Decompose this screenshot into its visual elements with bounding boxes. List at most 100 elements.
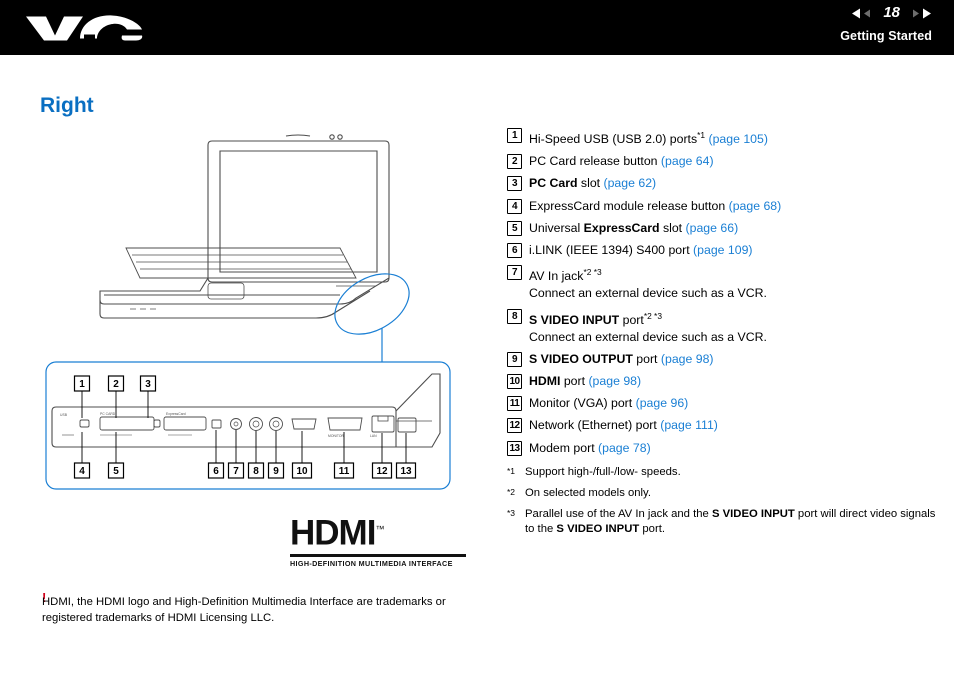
item-description: Connect an external device such as a VCR…: [529, 286, 767, 301]
svg-text:9: 9: [273, 466, 279, 477]
footnote-bold-part: S VIDEO INPUT: [556, 522, 640, 535]
svg-text:5: 5: [113, 466, 119, 477]
header-section-label: Getting Started: [840, 29, 932, 43]
list-item: 8 S VIDEO INPUT port*2 *3 Connect an ext…: [507, 308, 939, 345]
svg-text:MONITOR: MONITOR: [328, 434, 344, 438]
item-label: Hi-Speed USB (USB 2.0) ports: [529, 132, 698, 147]
list-item: 9 S VIDEO OUTPUT port (page 98): [507, 351, 939, 367]
page-reference-link[interactable]: (page 68): [729, 199, 782, 213]
item-label: port: [619, 312, 644, 327]
item-text: S VIDEO OUTPUT port (page 98): [529, 351, 714, 367]
footnote: *2 On selected models only.: [507, 486, 939, 501]
svg-text:2: 2: [113, 379, 119, 390]
item-label: PC Card release button: [529, 154, 661, 169]
hdmi-rule: [290, 553, 466, 557]
page-number: 18: [883, 4, 900, 21]
list-item: 6 i.LINK (IEEE 1394) S400 port (page 109…: [507, 242, 939, 259]
item-text: S VIDEO INPUT port*2 *3: [529, 308, 767, 328]
list-item: 7 AV In jack*2 *3 Connect an external de…: [507, 264, 939, 301]
item-number: 1: [507, 128, 522, 143]
port-list: 1 Hi-Speed USB (USB 2.0) ports*1 (page 1…: [507, 127, 939, 543]
item-text: Universal ExpressCard slot (page 66): [529, 220, 738, 236]
footnote-text: On selected models only.: [525, 486, 652, 499]
item-number: 11: [507, 396, 522, 412]
laptop-diagram: USB PC CARD ExpressCard MONITOR LAN 1 2 …: [45, 134, 451, 490]
item-text: i.LINK (IEEE 1394) S400 port (page 109): [529, 242, 753, 258]
page-reference-link[interactable]: (page 109): [693, 243, 752, 257]
item-text: Network (Ethernet) port (page 111): [529, 417, 718, 433]
right-side-illustration: USB PC CARD ExpressCard MONITOR LAN 1 2 …: [40, 128, 510, 568]
page-reference-link[interactable]: (page 78): [598, 441, 651, 455]
item-text: PC Card release button (page 64): [529, 153, 714, 169]
svg-text:3: 3: [145, 379, 151, 390]
svg-text:4: 4: [79, 466, 85, 477]
svg-text:10: 10: [296, 466, 308, 477]
footnote-bold-part: S VIDEO INPUT: [711, 507, 795, 520]
item-bold-mid: ExpressCard: [583, 220, 660, 235]
callout-bottom-group: 4 5 6 7 8 9 10 11 12 13: [73, 462, 417, 479]
page-navigation[interactable]: 18: [851, 4, 932, 21]
next-arrow-icon[interactable]: [906, 7, 932, 20]
item-label: Universal: [529, 220, 584, 235]
item-text: ExpressCard module release button (page …: [529, 198, 781, 214]
item-bold-lead: S VIDEO INPUT: [529, 312, 620, 327]
item-text: HDMI port (page 98): [529, 373, 641, 389]
item-bold-lead: PC Card: [529, 176, 578, 191]
svg-text:1: 1: [79, 379, 85, 390]
footnote: *1 Support high-/full-/low- speeds.: [507, 465, 939, 480]
page-reference-link[interactable]: (page 105): [708, 132, 767, 146]
item-number: 10: [507, 373, 522, 389]
item-number: 12: [507, 418, 522, 434]
callout-top-group: 1 2 3: [73, 375, 157, 392]
item-label-suffix: slot: [659, 220, 686, 235]
svg-text:USB: USB: [60, 413, 68, 417]
item-text: Monitor (VGA) port (page 96): [529, 395, 688, 411]
item-label: port: [632, 351, 661, 366]
page-reference-link[interactable]: (page 96): [636, 396, 689, 410]
vaio-logo: [26, 15, 143, 41]
item-number: 3: [507, 176, 522, 192]
page-reference-link[interactable]: (page 111): [660, 418, 718, 432]
item-label: port: [560, 373, 589, 388]
list-item: 10 HDMI port (page 98): [507, 373, 939, 389]
item-number: 13: [507, 440, 522, 456]
item-text-block: AV In jack*2 *3 Connect an external devi…: [529, 264, 767, 301]
item-label: Network (Ethernet) port: [529, 418, 661, 433]
item-text-block: S VIDEO INPUT port*2 *3 Connect an exter…: [529, 308, 767, 345]
item-text: AV In jack*2 *3: [529, 264, 767, 284]
page-reference-link[interactable]: (page 66): [686, 221, 739, 235]
item-bold-lead: HDMI: [529, 373, 561, 388]
hdmi-subtitle: HIGH-DEFINITION MULTIMEDIA INTERFACE: [290, 558, 453, 568]
item-number: 2: [507, 154, 522, 170]
item-number: 4: [507, 198, 522, 214]
trademark-note: HDMI, the HDMI logo and High-Definition …: [42, 596, 446, 624]
page-reference-link[interactable]: (page 62): [604, 176, 657, 190]
footnote-mark: *2: [507, 486, 516, 497]
item-number: 7: [507, 265, 522, 281]
svg-text:7: 7: [233, 466, 239, 477]
item-label: i.LINK (IEEE 1394) S400 port: [529, 243, 694, 258]
item-text: PC Card slot (page 62): [529, 175, 656, 191]
footnote-text: Support high-/full-/low- speeds.: [525, 465, 681, 478]
item-label: slot: [577, 176, 604, 191]
page-reference-link[interactable]: (page 64): [661, 154, 714, 168]
prev-arrow-icon[interactable]: [851, 7, 877, 20]
footnote-text: Parallel use of the AV In jack and the S…: [525, 507, 939, 537]
svg-text:6: 6: [213, 466, 219, 477]
item-footnote-mark: *2 *3: [643, 310, 662, 321]
footnote-text-part: Parallel use of the AV In jack and the: [525, 507, 712, 520]
list-item: 13 Modem port (page 78): [507, 440, 939, 456]
list-item: 1 Hi-Speed USB (USB 2.0) ports*1 (page 1…: [507, 127, 939, 147]
item-label: Modem port: [529, 440, 599, 455]
svg-text:ExpressCard: ExpressCard: [166, 412, 186, 416]
item-footnote-mark: *1: [697, 130, 706, 140]
list-item: 12 Network (Ethernet) port (page 111): [507, 417, 939, 434]
item-label: Monitor (VGA) port: [529, 396, 636, 411]
page-reference-link[interactable]: (page 98): [661, 352, 714, 366]
footnote-text-part: port.: [639, 522, 666, 535]
item-footnote-mark: *2 *3: [583, 267, 602, 278]
page-reference-link[interactable]: (page 98): [588, 374, 641, 388]
item-text: Modem port (page 78): [529, 440, 651, 456]
item-number: 9: [507, 351, 522, 367]
svg-text:8: 8: [253, 466, 259, 477]
